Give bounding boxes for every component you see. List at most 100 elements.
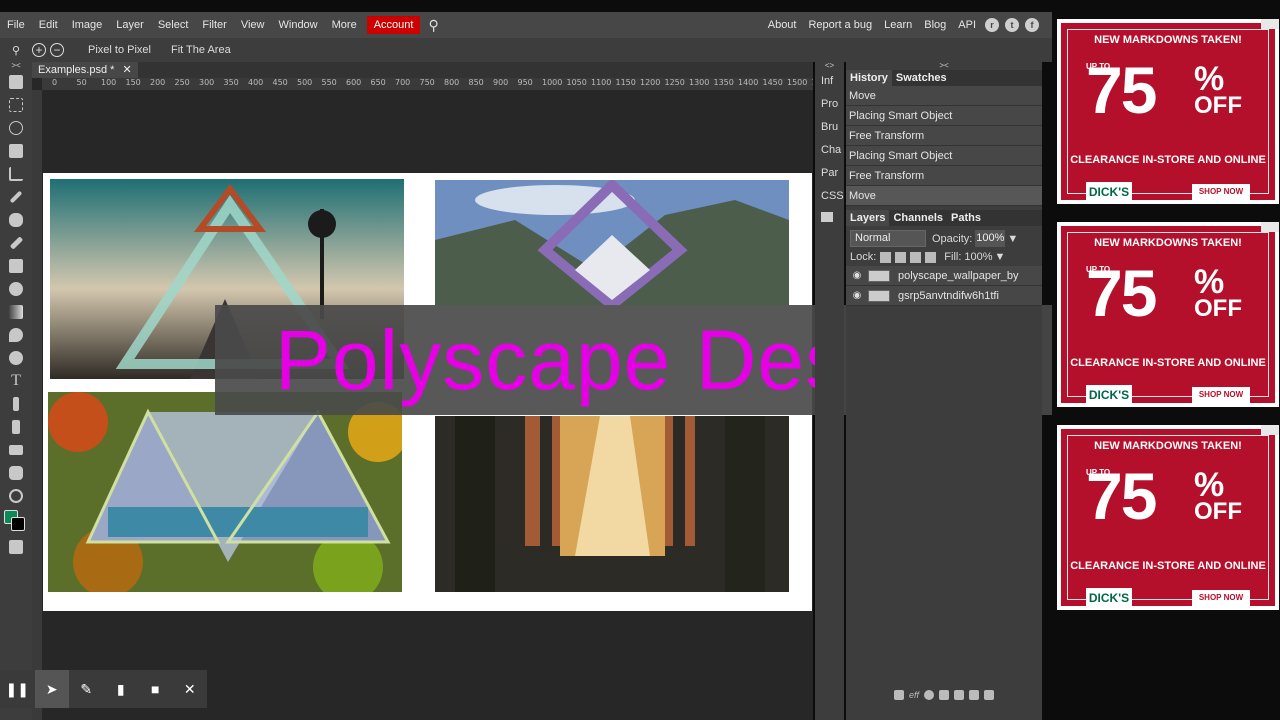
menu-filter[interactable]: Filter (195, 12, 233, 38)
quick-mask-icon[interactable] (0, 535, 32, 558)
camera-icon[interactable]: ■ (138, 670, 173, 708)
menu-image[interactable]: Image (65, 12, 110, 38)
ad-close-icon[interactable] (1261, 19, 1279, 29)
image-icon[interactable] (815, 208, 844, 231)
link-blog[interactable]: Blog (918, 12, 952, 38)
history-row[interactable]: Free Transform (846, 166, 1042, 186)
ad-shop-button[interactable]: SHOP NOW (1192, 184, 1250, 200)
lasso-tool-icon[interactable] (0, 116, 32, 139)
color-swatches[interactable] (0, 507, 32, 535)
menu-edit[interactable]: Edit (32, 12, 65, 38)
visibility-eye-icon[interactable]: ◉ (846, 290, 868, 301)
crop-tool-icon[interactable] (0, 162, 32, 185)
lock-pixels-icon[interactable] (895, 251, 907, 263)
facebook-icon[interactable]: f (1025, 18, 1039, 32)
history-row[interactable]: Placing Smart Object (846, 106, 1042, 126)
twitter-icon[interactable]: t (1005, 18, 1019, 32)
menu-window[interactable]: Window (272, 12, 325, 38)
tab-channels[interactable]: Channels (889, 210, 947, 226)
hand-tool-icon[interactable] (0, 461, 32, 484)
opacity-dropdown-icon[interactable]: ▼ (1007, 233, 1018, 245)
pen-icon[interactable]: ✎ (69, 670, 104, 708)
effects-button[interactable]: eff (909, 690, 919, 700)
blur-tool-icon[interactable] (0, 323, 32, 346)
menu-view[interactable]: View (234, 12, 272, 38)
history-row[interactable]: Placing Smart Object (846, 146, 1042, 166)
ad-shop-button[interactable]: SHOP NOW (1192, 387, 1250, 403)
delete-layer-icon[interactable] (984, 690, 994, 700)
link-report-bug[interactable]: Report a bug (802, 12, 878, 38)
mini-panel-css[interactable]: CSS (815, 185, 844, 208)
tab-swatches[interactable]: Swatches (892, 70, 951, 86)
type-tool-icon[interactable]: T (0, 369, 32, 392)
lock-position-icon[interactable] (910, 251, 922, 263)
ad-close-icon[interactable] (1261, 425, 1279, 435)
path-select-tool-icon[interactable] (0, 415, 32, 438)
blend-mode-select[interactable]: Normal (850, 230, 926, 247)
lock-all-icon[interactable] (925, 251, 937, 263)
pen-tool-icon[interactable] (0, 392, 32, 415)
zoom-out-icon[interactable]: − (50, 43, 64, 57)
new-folder-icon[interactable] (954, 690, 964, 700)
move-tool-icon[interactable] (0, 70, 32, 93)
history-row[interactable]: Move (846, 86, 1042, 106)
menu-select[interactable]: Select (151, 12, 196, 38)
menu-layer[interactable]: Layer (109, 12, 151, 38)
ad-shop-button[interactable]: SHOP NOW (1192, 590, 1250, 606)
fill-input[interactable]: 100% (964, 251, 992, 263)
opacity-input[interactable]: 100% (975, 230, 1006, 247)
tab-layers[interactable]: Layers (846, 210, 890, 226)
account-button[interactable]: Account (366, 16, 421, 34)
link-learn[interactable]: Learn (878, 12, 918, 38)
layer-row[interactable]: ◉ polyscape_wallpaper_by (846, 266, 1042, 286)
fit-area-button[interactable]: Fit The Area (161, 44, 241, 56)
ad-banner[interactable]: NEW MARKDOWNS TAKEN! UP TO 75 % OFF CLEA… (1057, 222, 1279, 407)
shape-tool-icon[interactable] (0, 438, 32, 461)
tab-paths[interactable]: Paths (947, 210, 985, 226)
pixel-to-pixel-button[interactable]: Pixel to Pixel (78, 44, 161, 56)
brush-tool-icon[interactable] (0, 231, 32, 254)
tab-history[interactable]: History (846, 70, 892, 86)
right-panel-collapse-icon[interactable]: >< (846, 62, 1042, 70)
search-icon[interactable]: ⚲ (428, 17, 438, 34)
history-row[interactable]: Move (846, 186, 1042, 206)
mini-panel-info[interactable]: Inf (815, 70, 844, 93)
ad-close-icon[interactable] (1261, 222, 1279, 232)
mini-panel-paragraph[interactable]: Par (815, 162, 844, 185)
zoom-tool-side-icon[interactable] (0, 484, 32, 507)
history-row[interactable]: Free Transform (846, 126, 1042, 146)
new-layer-icon[interactable] (969, 690, 979, 700)
zoom-in-icon[interactable]: + (32, 43, 46, 57)
eyedropper-tool-icon[interactable] (0, 185, 32, 208)
close-tab-icon[interactable]: ✕ (122, 62, 131, 78)
dodge-tool-icon[interactable] (0, 346, 32, 369)
fill-dropdown-icon[interactable]: ▼ (995, 251, 1006, 263)
mini-panel-brush[interactable]: Bru (815, 116, 844, 139)
layer-row[interactable]: ◉ gsrp5anvtndifw6h1tfi (846, 286, 1042, 306)
mini-panel-character[interactable]: Cha (815, 139, 844, 162)
link-api[interactable]: API (952, 12, 982, 38)
gradient-tool-icon[interactable] (0, 300, 32, 323)
collapse-toggle-icon[interactable]: >< (0, 62, 32, 70)
healing-tool-icon[interactable] (0, 208, 32, 231)
pause-icon[interactable]: ❚❚ (0, 670, 35, 708)
adjustment-layer-icon[interactable] (924, 690, 934, 700)
mask-icon[interactable] (939, 690, 949, 700)
mini-panel-properties[interactable]: Pro (815, 93, 844, 116)
close-icon[interactable]: ✕ (173, 670, 208, 708)
ad-banner[interactable]: NEW MARKDOWNS TAKEN! UP TO 75 % OFF CLEA… (1057, 19, 1279, 204)
ad-banner[interactable]: NEW MARKDOWNS TAKEN! UP TO 75 % OFF CLEA… (1057, 425, 1279, 610)
stamp-tool-icon[interactable] (0, 254, 32, 277)
marquee-tool-icon[interactable] (0, 93, 32, 116)
eraser-tool-icon[interactable] (0, 277, 32, 300)
link-about[interactable]: About (762, 12, 803, 38)
pointer-icon[interactable]: ➤ (34, 670, 69, 708)
highlighter-icon[interactable]: ▮ (104, 670, 139, 708)
zoom-tool-icon[interactable]: ⚲ (8, 42, 24, 58)
mini-panel-collapse-icon[interactable]: <> (815, 62, 844, 70)
visibility-eye-icon[interactable]: ◉ (846, 270, 868, 281)
document-tab[interactable]: Examples.psd * ✕ (32, 62, 138, 78)
menu-more[interactable]: More (325, 12, 364, 38)
quick-select-tool-icon[interactable] (0, 139, 32, 162)
reddit-icon[interactable]: r (985, 18, 999, 32)
